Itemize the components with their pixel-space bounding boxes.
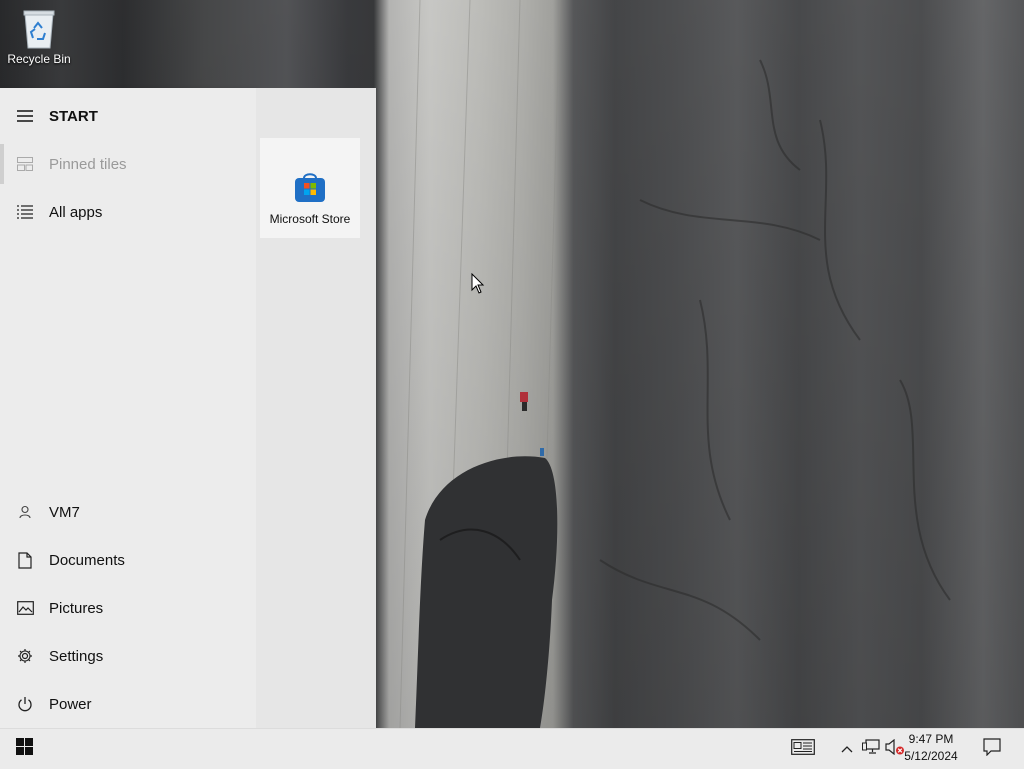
menu-item-label: Power [49, 695, 92, 713]
menu-item-pictures[interactable]: Pictures [0, 584, 256, 632]
hamburger-menu-icon [16, 107, 34, 125]
tiles-icon [16, 155, 34, 173]
list-icon [16, 203, 34, 221]
tile-label: Microsoft Store [269, 212, 351, 226]
menu-item-label: Pinned tiles [49, 155, 127, 173]
microsoft-store-icon [293, 170, 327, 204]
recycle-bin-icon [21, 8, 57, 50]
tile-microsoft-store[interactable]: Microsoft Store [260, 138, 360, 238]
start-header-button[interactable]: START [0, 92, 256, 140]
menu-item-label: Documents [49, 551, 125, 569]
network-icon [862, 738, 880, 760]
menu-item-all-apps[interactable]: All apps [0, 188, 256, 236]
menu-item-label: All apps [49, 203, 103, 221]
menu-item-settings[interactable]: Settings [0, 632, 256, 680]
power-icon [16, 695, 34, 713]
action-center-button[interactable] [978, 729, 1006, 769]
news-icon [791, 738, 815, 760]
gear-icon [16, 647, 34, 665]
menu-item-documents[interactable]: Documents [0, 536, 256, 584]
notification-icon [983, 737, 1001, 761]
show-hidden-icons-button[interactable] [838, 729, 856, 769]
start-title: START [49, 107, 98, 125]
taskbar: 9:47 PM 5/12/2024 [0, 728, 1024, 769]
menu-item-label: Pictures [49, 599, 104, 617]
clock-time: 9:47 PM [908, 732, 954, 746]
start-menu: START Pinned tiles All apps VM7 Document [0, 88, 376, 728]
recycle-bin-label: Recycle Bin [7, 52, 71, 66]
document-icon [16, 551, 34, 569]
start-button[interactable] [0, 729, 48, 769]
desktop-icon-recycle-bin[interactable]: Recycle Bin [4, 6, 74, 66]
windows-logo-icon [15, 738, 33, 760]
start-menu-sidebar: START Pinned tiles All apps VM7 Document [0, 88, 256, 728]
menu-item-power[interactable]: Power [0, 680, 256, 728]
menu-item-user[interactable]: VM7 [0, 488, 256, 536]
chevron-up-icon [841, 740, 853, 758]
network-button[interactable] [860, 729, 882, 769]
user-icon [16, 503, 34, 521]
mouse-cursor [471, 272, 485, 300]
picture-icon [16, 599, 34, 617]
news-button[interactable] [788, 729, 818, 769]
menu-item-pinned-tiles[interactable]: Pinned tiles [0, 140, 256, 188]
clock-date: 5/12/2024 [904, 749, 958, 763]
taskbar-clock[interactable]: 9:47 PM 5/12/2024 [896, 731, 966, 765]
menu-item-label: VM7 [49, 503, 80, 521]
start-tiles-area: Microsoft Store [256, 88, 376, 728]
menu-item-label: Settings [49, 647, 104, 665]
